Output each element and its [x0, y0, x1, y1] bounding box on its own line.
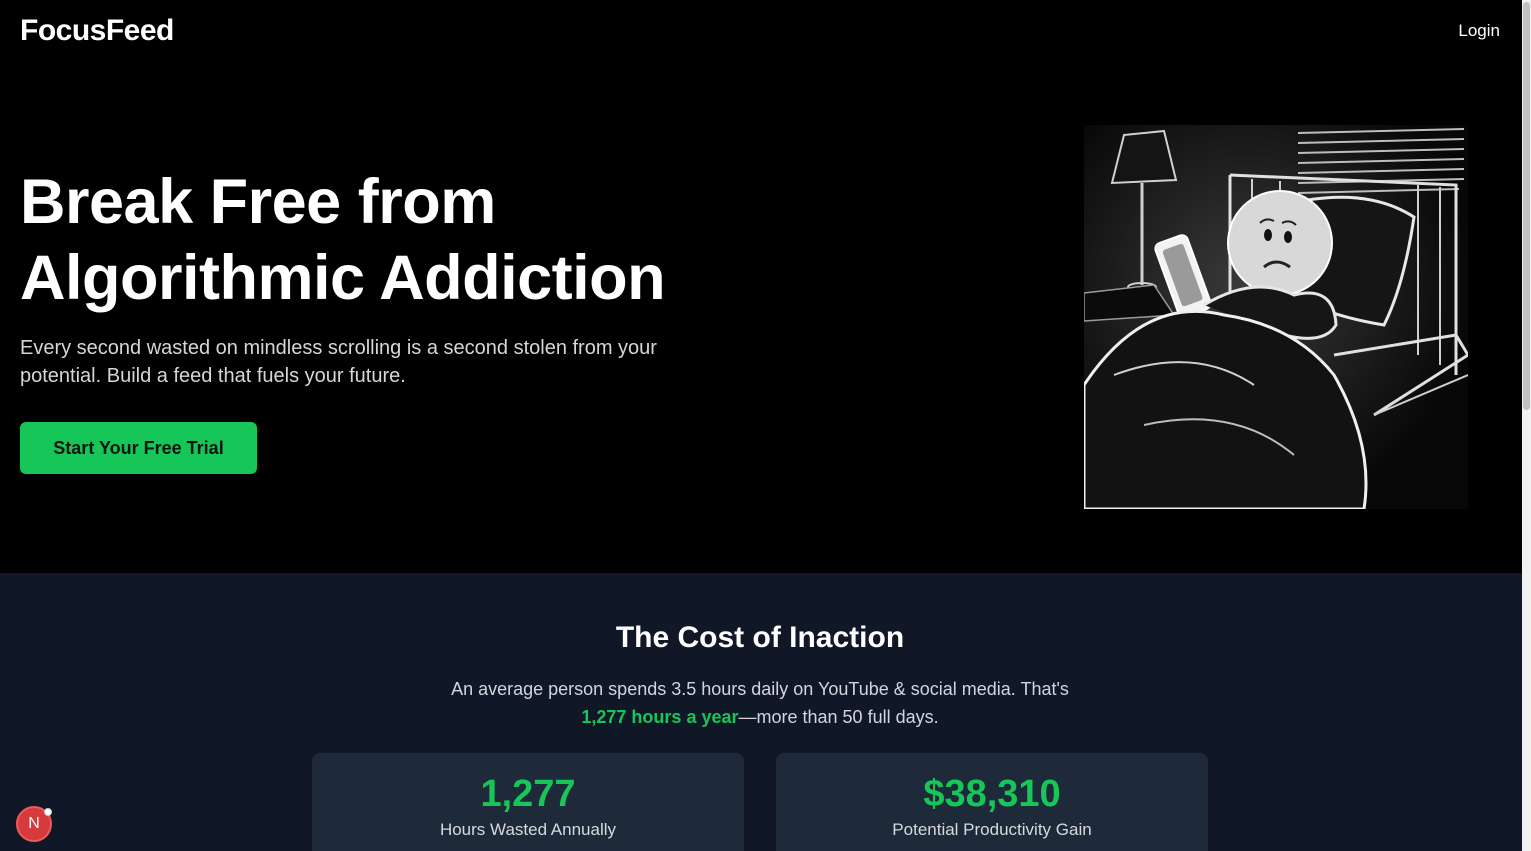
hero-illustration	[1084, 125, 1468, 509]
login-link[interactable]: Login	[1458, 21, 1500, 41]
hero-subtitle-line2: potential. Build a feed that fuels your …	[20, 365, 406, 387]
start-free-trial-button[interactable]: Start Your Free Trial	[20, 422, 257, 474]
stat-label: Potential Productivity Gain	[892, 820, 1092, 839]
cost-of-inaction-section: The Cost of Inaction An average person s…	[0, 573, 1522, 851]
top-nav: FocusFeed Login	[0, 0, 1522, 64]
vertical-scrollbar[interactable]	[1522, 0, 1531, 851]
desc-highlight: 1,277 hours a year	[581, 707, 739, 727]
hero-title-line1: Break Free from	[20, 167, 496, 237]
hero-subtitle-line1: Every second wasted on mindless scrollin…	[20, 337, 657, 359]
stat-value: $38,310	[923, 773, 1061, 815]
desc-part1: An average person spends 3.5 hours daily…	[451, 679, 1069, 699]
stat-label: Hours Wasted Annually	[439, 820, 617, 839]
hero-title-line2: Algorithmic Addiction	[20, 243, 666, 313]
person-in-bed-with-phone-image	[1084, 125, 1468, 509]
page: FocusFeed Login Break Free from Algorith…	[0, 0, 1522, 851]
section-title: The Cost of Inaction	[615, 621, 905, 654]
desc-part2: —more than 50 full days.	[738, 707, 939, 727]
scrollbar-thumb[interactable]	[1523, 2, 1530, 410]
section-description: An average person spends 3.5 hours daily…	[410, 675, 1110, 731]
hero-title: Break Free from Algorithmic Addiction	[20, 164, 780, 316]
notification-dot	[44, 808, 52, 816]
stat-card-productivity: $38,310 Potential Productivity Gain	[776, 753, 1208, 851]
hero-subtitle: Every second wasted on mindless scrollin…	[20, 334, 740, 390]
hero-section: Break Free from Algorithmic Addiction Ev…	[0, 64, 1522, 573]
stat-value: 1,277	[480, 773, 576, 815]
brand-logo[interactable]: FocusFeed	[20, 14, 174, 48]
stat-card-hours: 1,277 Hours Wasted Annually	[312, 753, 744, 851]
